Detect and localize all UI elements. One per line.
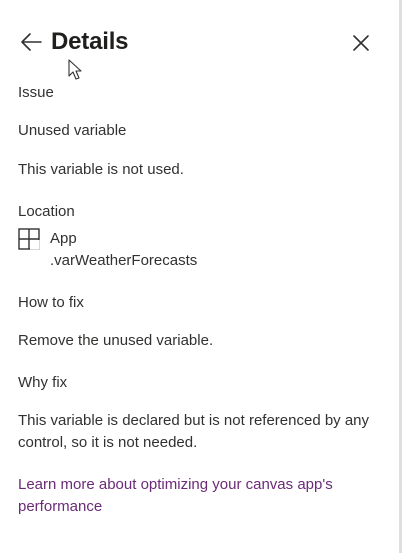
details-panel: Details Issue Unused variable This varia… bbox=[0, 0, 399, 553]
location-label: Location bbox=[18, 203, 75, 220]
issue-label: Issue bbox=[18, 84, 54, 101]
why-fix-text: This variable is declared but is not ref… bbox=[18, 412, 370, 451]
issue-description: This variable is not used. bbox=[18, 161, 184, 178]
arrow-left-icon bbox=[21, 33, 42, 51]
back-button[interactable] bbox=[18, 30, 44, 54]
close-icon bbox=[353, 35, 369, 51]
close-button[interactable] bbox=[349, 31, 373, 55]
learn-more-link[interactable]: Learn more about optimizing your canvas … bbox=[18, 474, 378, 518]
location-variable[interactable]: .varWeatherForecasts bbox=[50, 250, 197, 272]
screen-layout-icon bbox=[18, 228, 40, 250]
issue-name: Unused variable bbox=[18, 122, 127, 139]
mouse-cursor-icon bbox=[68, 59, 82, 80]
panel-header: Details bbox=[18, 26, 373, 58]
page-title: Details bbox=[51, 28, 129, 55]
location-app[interactable]: App bbox=[50, 228, 77, 250]
how-to-fix-text: Remove the unused variable. bbox=[18, 332, 214, 349]
why-fix-label: Why fix bbox=[18, 374, 68, 391]
how-to-fix-label: How to fix bbox=[18, 294, 84, 311]
